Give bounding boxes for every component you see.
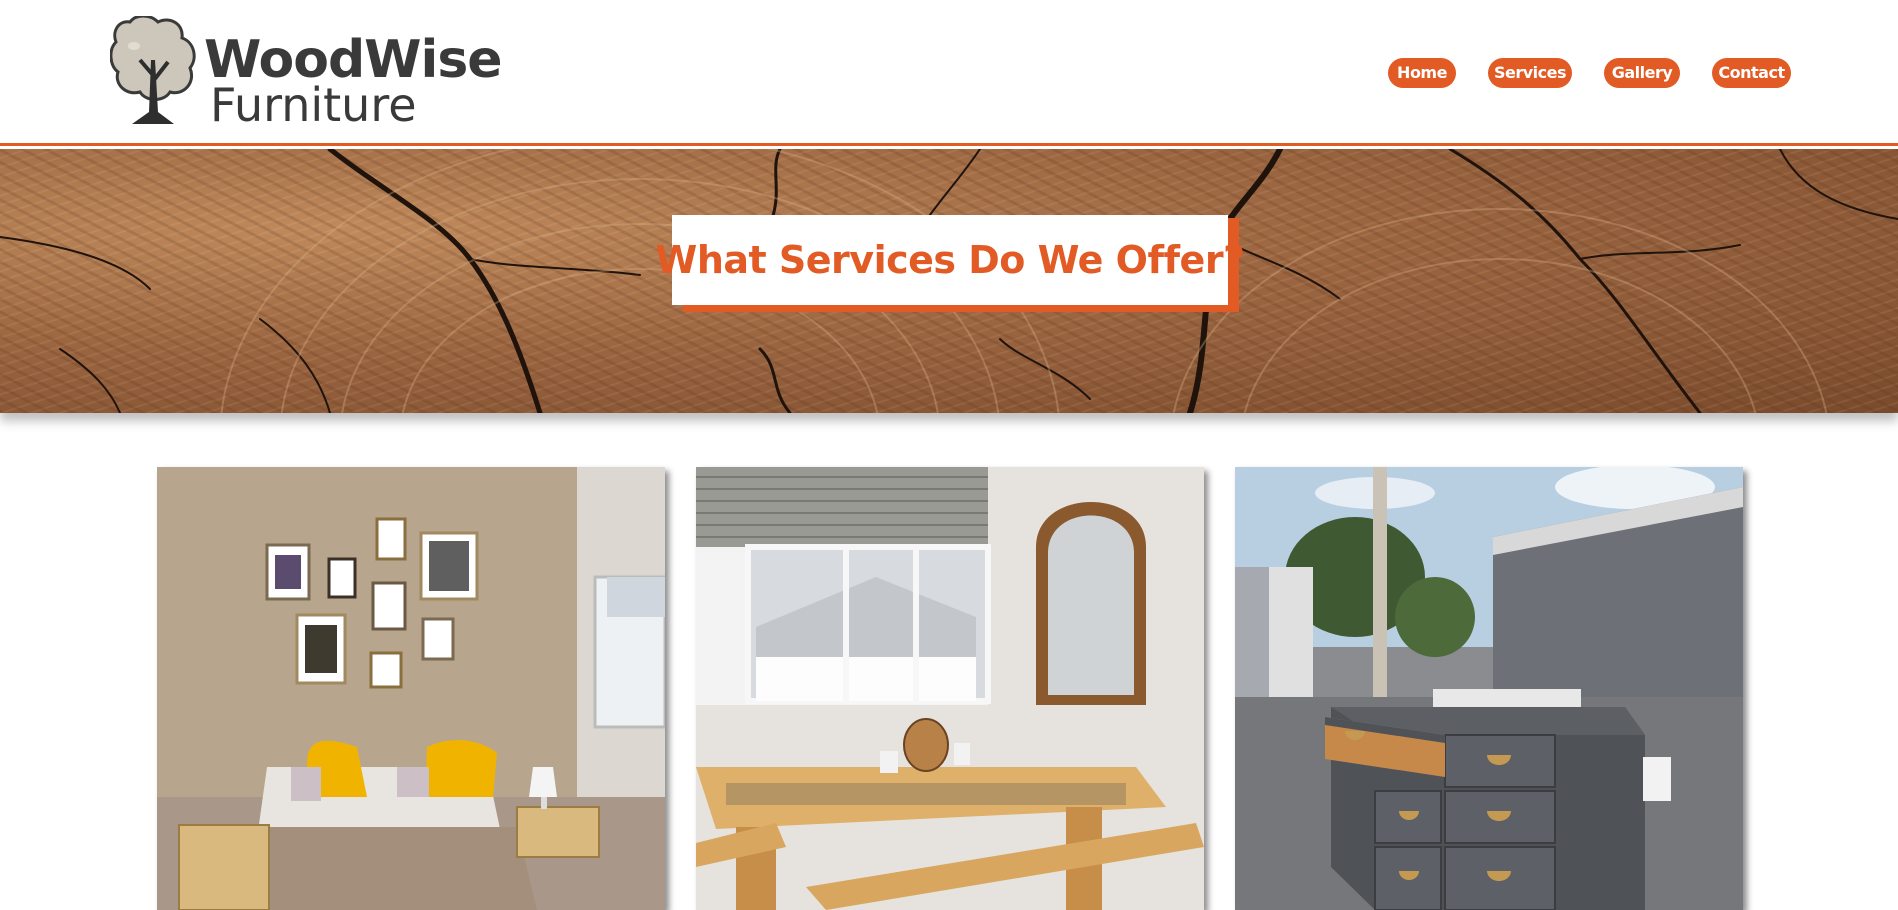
nav-gallery-button[interactable]: Gallery	[1604, 58, 1680, 88]
site-header: WoodWise Furniture Home Services Gallery…	[0, 0, 1898, 146]
bedroom-photo-icon	[157, 467, 665, 910]
hero-title-card: What Services Do We Offer?	[655, 215, 1245, 305]
chest-of-drawers-photo-icon	[1235, 467, 1743, 910]
logo-text-furniture: Furniture	[210, 78, 417, 132]
bedroom-photo[interactable]	[157, 467, 665, 910]
nav-contact-button[interactable]: Contact	[1712, 58, 1791, 88]
dining-table-photo[interactable]	[696, 467, 1204, 910]
site-logo[interactable]: WoodWise Furniture	[110, 16, 503, 132]
chest-of-drawers-photo[interactable]	[1235, 467, 1743, 910]
nav-home-button[interactable]: Home	[1388, 58, 1456, 88]
tree-logo-icon	[110, 16, 196, 124]
hero-banner: What Services Do We Offer?	[0, 149, 1898, 413]
dining-table-photo-icon	[696, 467, 1204, 910]
nav-services-button[interactable]: Services	[1488, 58, 1572, 88]
hero-title: What Services Do We Offer?	[655, 238, 1245, 282]
